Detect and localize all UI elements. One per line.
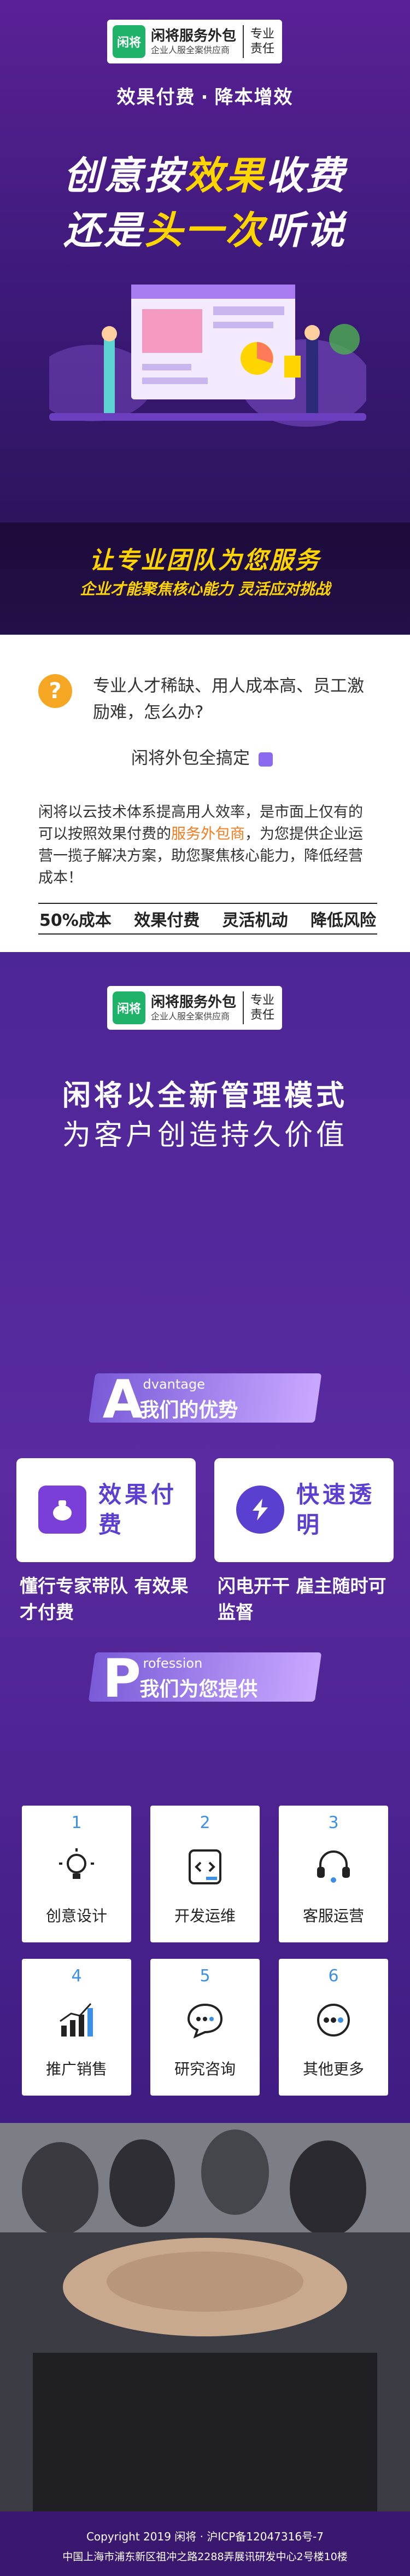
profession-en: rofession <box>143 1656 203 1671</box>
hero-title2-highlight: 头一次 <box>144 208 266 253</box>
brand-side-line1: 专业 <box>250 27 275 41</box>
hero-title-line2: 还是头一次听说 <box>0 200 410 255</box>
hero-title1-c: 收费 <box>266 153 347 198</box>
hero-title1-highlight: 效果 <box>185 153 266 198</box>
team-hands-image <box>0 2123 410 2511</box>
service-number: 6 <box>328 1966 339 1986</box>
brand-side-line2: 责任 <box>250 42 275 56</box>
logo-divider <box>243 25 244 58</box>
thumbs-up-icon <box>258 752 273 767</box>
advantage-title: 我们的优势 <box>139 1399 238 1422</box>
hero-tag-right: 降本增效 <box>214 86 294 108</box>
body-section: 闲将 闲将服务外包 企业人服全案供应商 专业 责任 闲将以全新管理模式 为客户创… <box>0 952 410 2123</box>
brand-side-line2: 责任 <box>250 1008 275 1022</box>
intro-question: 专业人才稀缺、用人成本高、员工激励难，怎么办? <box>93 676 364 723</box>
brand-mark: 闲将 <box>113 991 145 1024</box>
mgmt-headline: 闲将以全新管理模式 <box>62 1080 348 1112</box>
hero-section: 闲将 闲将服务外包 企业人服全案供应商 专业 责任 效果付费 · 降本增效 创意按效… <box>0 0 410 523</box>
question-icon: ? <box>38 674 72 708</box>
advantage-header: A dvantage 我们的优势 <box>88 1369 322 1430</box>
advantage-card: 效果付费 懂行专家带队 有效果才付费 <box>16 1458 196 1661</box>
chat-icon <box>187 2003 223 2039</box>
service-card-sales[interactable]: 4 推广销售 <box>22 1959 131 2096</box>
service-card-more[interactable]: 6 其他更多 <box>279 1959 388 2096</box>
intro-answer: 闲将外包全搞定 <box>131 744 273 769</box>
footer: Copyright 2019 闲将 · 沪ICP备12047316号-7 中国上… <box>0 2511 410 2576</box>
service-label: 开发运维 <box>174 1907 236 1925</box>
logo-divider <box>243 991 244 1024</box>
hero-title1-a: 创意按 <box>63 153 185 198</box>
intro-paragraph: 闲将以云技术体系提高用人效率，是市面上仅有的可以按照效果付费的服务外包商，为您提… <box>38 802 377 889</box>
brand-logo[interactable]: 闲将 闲将服务外包 企业人服全案供应商 专业 责任 <box>107 20 283 63</box>
banner-section: 让专业团队为您服务 企业才能聚焦核心能力 灵活应对挑战 <box>0 523 410 635</box>
service-number: 2 <box>200 1813 210 1832</box>
hero-title-line1: 创意按效果收费 <box>0 145 410 200</box>
hero-title2-a: 还是 <box>63 208 144 253</box>
money-bag-icon <box>38 1486 86 1534</box>
profession-header: P rofession 我们为您提供 <box>88 1648 322 1709</box>
benefit-item: 效果付费 <box>134 911 200 930</box>
brand-tagline: 企业人服全案供应商 <box>151 45 230 55</box>
intro-para-highlight: 服务外包商 <box>171 825 245 843</box>
advantage-letter: A <box>102 1369 143 1430</box>
service-label: 创意设计 <box>45 1907 107 1925</box>
intro-answer-text: 闲将外包全搞定 <box>131 749 250 768</box>
service-number: 4 <box>71 1966 82 1986</box>
lightning-icon <box>236 1486 284 1534</box>
brand-mark: 闲将 <box>113 25 145 58</box>
profession-letter: P <box>102 1648 141 1709</box>
benefit-item: 降低风险 <box>310 911 376 930</box>
advantage-card-title: 快速透明 <box>296 1481 376 1538</box>
service-label: 研究咨询 <box>174 2060 236 2078</box>
banner-subline: 企业才能聚焦核心能力 灵活应对挑战 <box>80 580 330 598</box>
hero-tagline: 效果付费 · 降本增效 <box>0 82 410 109</box>
footer-copyright: Copyright 2019 闲将 · 沪ICP备12047316号-7 <box>86 2530 324 2543</box>
service-number: 1 <box>71 1813 82 1832</box>
headset-icon <box>317 1850 350 1883</box>
service-card-support[interactable]: 3 客服运营 <box>279 1806 388 1942</box>
bar-chart-icon <box>60 2003 93 2037</box>
benefit-row: 50%成本 效果付费 灵活机动 降低风险 <box>38 903 377 935</box>
hero-title2-c: 听说 <box>266 208 347 253</box>
hero-tag-left: 效果付费 <box>116 86 196 108</box>
benefit-item: 灵活机动 <box>222 911 288 930</box>
code-icon <box>189 1849 221 1884</box>
service-label: 客服运营 <box>302 1907 364 1925</box>
profession-title: 我们为您提供 <box>139 1678 258 1701</box>
service-card-research[interactable]: 5 研究咨询 <box>150 1959 260 2096</box>
footer-address: 中国上海市浦东新区祖冲之路2288弄展讯研发中心2号楼10楼 <box>62 2551 348 2563</box>
advantage-en: dvantage <box>143 1377 205 1392</box>
brand-tagline: 企业人服全案供应商 <box>151 1011 230 1022</box>
team-photo <box>0 2123 410 2511</box>
hero-tag-sep: · <box>201 86 209 108</box>
service-label: 其他更多 <box>302 2060 364 2078</box>
service-number: 3 <box>328 1813 339 1832</box>
service-card-design[interactable]: 1 创意设计 <box>22 1806 131 1942</box>
hero-illustration <box>49 285 366 427</box>
brand-name: 闲将服务外包 <box>151 994 237 1011</box>
service-number: 5 <box>200 1966 210 1986</box>
brand-logo-secondary[interactable]: 闲将 闲将服务外包 企业人服全案供应商 专业 责任 <box>107 986 283 1030</box>
service-card-dev[interactable]: 2 开发运维 <box>150 1806 260 1942</box>
advantage-card: 快速透明 闪电开干 雇主随时可监督 <box>214 1458 394 1661</box>
lightbulb-icon <box>59 1848 94 1879</box>
banner-headline: 让专业团队为您服务 <box>89 547 321 575</box>
service-label: 推广销售 <box>45 2060 107 2078</box>
brand-name: 闲将服务外包 <box>151 27 237 44</box>
mgmt-subline: 为客户创造持久价值 <box>62 1119 348 1152</box>
advantage-card-title: 效果付费 <box>98 1481 178 1538</box>
advantage-card-desc: 闪电开干 雇主随时可监督 <box>218 1575 386 1623</box>
benefit-item: 50%成本 <box>39 911 112 930</box>
advantage-card-desc: 懂行专家带队 有效果才付费 <box>20 1575 189 1623</box>
more-icon <box>317 2004 350 2037</box>
brand-side-line1: 专业 <box>250 993 275 1007</box>
intro-section: ? 专业人才稀缺、用人成本高、员工激励难，怎么办? 闲将外包全搞定 闲将以云技术… <box>0 635 410 952</box>
